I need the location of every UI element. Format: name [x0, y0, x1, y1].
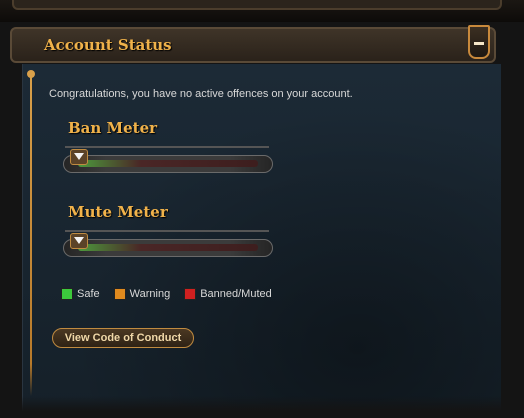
ban-meter-title: Ban Meter — [68, 119, 158, 137]
section-title: Account Status — [44, 36, 172, 54]
mute-meter-title: Mute Meter — [68, 203, 168, 221]
mute-meter — [63, 230, 273, 266]
legend-label: Safe — [77, 288, 100, 300]
legend-label: Banned/Muted — [200, 288, 272, 300]
bottom-rock-edge — [0, 396, 524, 418]
mute-meter-fill — [78, 244, 258, 251]
ban-meter-track — [63, 155, 273, 173]
account-status-header: Account Status — [10, 25, 496, 63]
view-code-of-conduct-button[interactable]: View Code of Conduct — [52, 328, 194, 348]
ban-meter-rail — [65, 146, 269, 148]
legend-label: Warning — [129, 288, 171, 300]
ban-meter-fill — [78, 160, 258, 167]
previous-section-edge — [0, 0, 524, 22]
mute-meter-track — [63, 239, 273, 257]
ban-meter-indicator — [70, 149, 88, 165]
banned-swatch — [184, 288, 197, 300]
safe-swatch — [61, 288, 73, 300]
down-arrow-icon — [74, 237, 84, 244]
mute-meter-rail — [65, 230, 269, 232]
down-arrow-icon — [74, 153, 84, 160]
decorative-gold-line — [27, 70, 35, 396]
collapse-button[interactable] — [468, 25, 490, 59]
legend-item-banned: Banned/Muted — [184, 288, 272, 300]
warning-swatch — [113, 288, 126, 300]
legend-item-warning: Warning — [113, 288, 171, 300]
status-message: Congratulations, you have no active offe… — [49, 88, 353, 100]
previous-section-panel — [12, 0, 502, 10]
legend-item-safe: Safe — [61, 288, 100, 300]
meter-legend: Safe Warning Banned/Muted — [61, 288, 272, 300]
ban-meter — [63, 146, 273, 182]
minus-icon — [474, 42, 484, 45]
mute-meter-indicator — [70, 233, 88, 249]
